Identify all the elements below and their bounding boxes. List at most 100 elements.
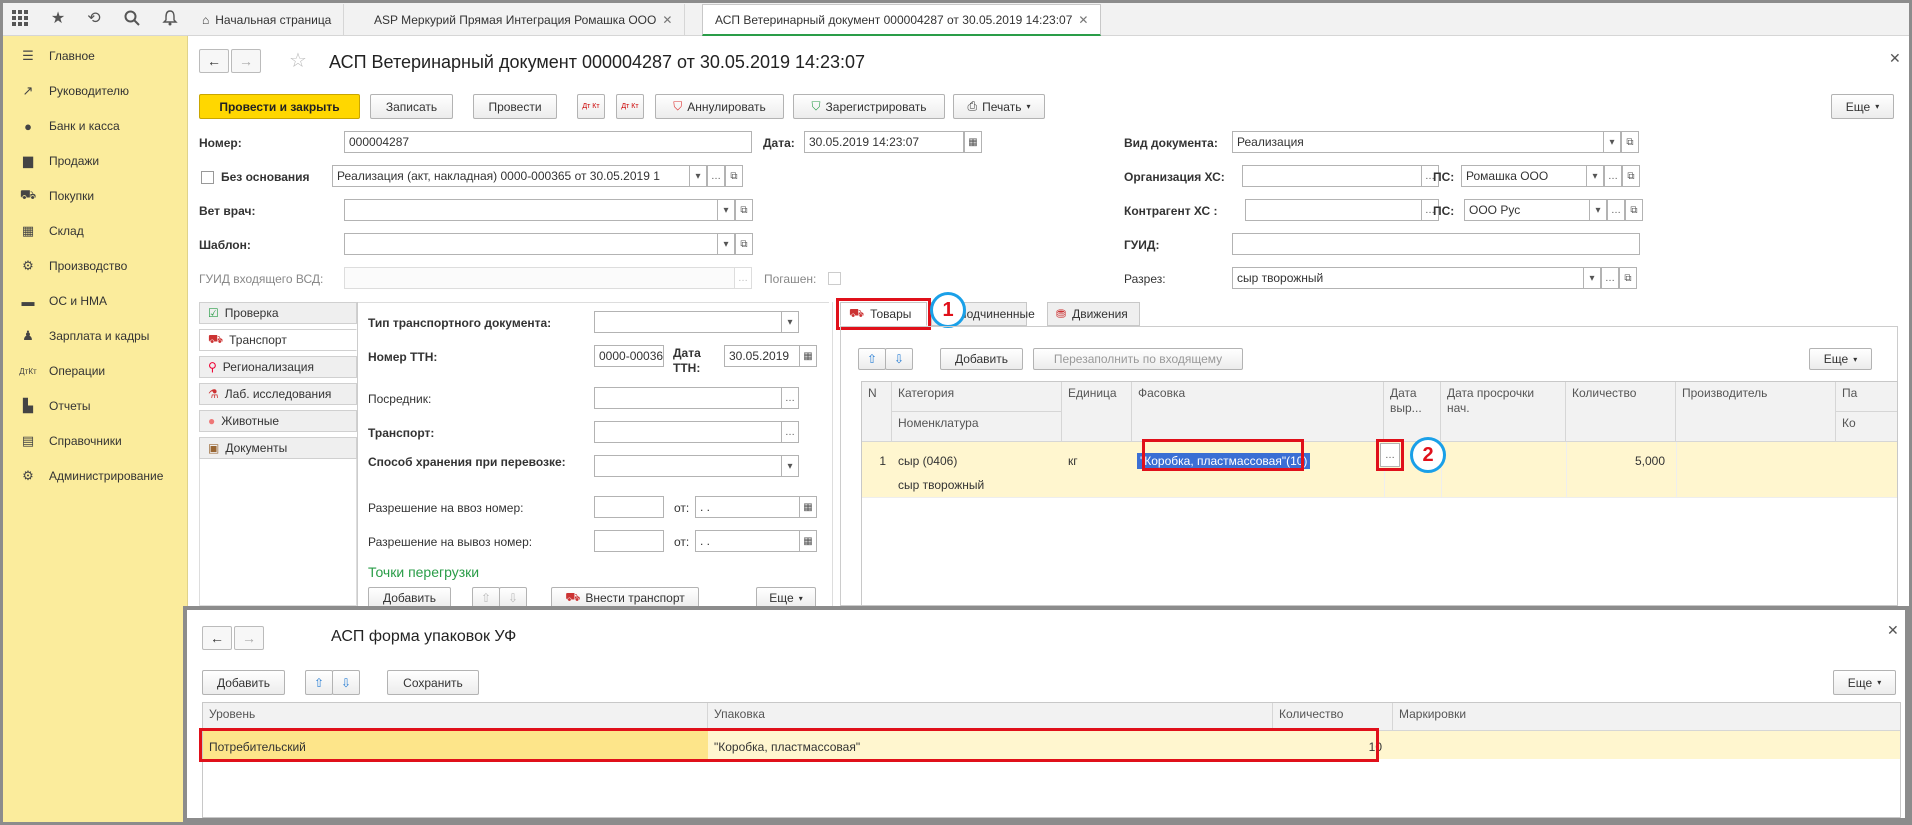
apps-grid-icon[interactable] [8,6,32,30]
open-icon[interactable]: ⧉ [735,199,753,221]
modal-save-button[interactable]: Сохранить [387,670,479,695]
tab-home[interactable]: ⌂ Начальная страница [190,4,345,36]
register-button[interactable]: ⛉ Зарегистрировать [793,94,945,119]
select-icon[interactable]: … [1607,199,1625,221]
no-basis-checkbox[interactable] [201,171,214,184]
goods-more-button[interactable]: Еще ▾ [1809,348,1872,370]
select-icon[interactable]: … [781,421,799,443]
tab-animals[interactable]: ● Животные [199,410,357,432]
import-permit-field[interactable] [594,496,664,518]
move-down-button[interactable]: ⇩ [885,348,913,370]
select-icon[interactable]: … [1601,267,1619,289]
refill-button[interactable]: Перезаполнить по входящему [1033,348,1243,370]
storage-field[interactable] [594,455,782,477]
sidebar-item-main[interactable]: ☰ Главное [3,41,188,71]
open-icon[interactable]: ⧉ [725,165,743,187]
select-icon[interactable]: … [1604,165,1622,187]
forward-button[interactable]: → [234,626,264,650]
goods-add-button[interactable]: Добавить [940,348,1023,370]
contractor-ps-field[interactable]: ООО Рус [1464,199,1590,221]
number-field[interactable]: 000004287 [344,131,752,153]
sidebar-item-warehouse[interactable]: ▦ Склад [3,216,188,246]
sidebar-item-admin[interactable]: ⚙ Администрирование [3,461,188,491]
org-ps-field[interactable]: Ромашка ООО [1461,165,1587,187]
open-icon[interactable]: ⧉ [1622,165,1640,187]
save-button[interactable]: Записать [370,94,453,119]
section-field[interactable]: сыр творожный [1232,267,1584,289]
transport-field[interactable] [594,421,782,443]
dropdown-icon[interactable]: ▾ [689,165,707,187]
export-date-field[interactable]: . . [695,530,800,552]
tab-mercury-integration[interactable]: ASP Меркурий Прямая Интеграция Ромашка О… [362,4,686,36]
calendar-icon[interactable]: ▦ [799,530,817,552]
move-down-button[interactable]: ⇩ [332,670,360,695]
sidebar-item-sales[interactable]: ▆ Продажи [3,146,188,176]
tab-vet-document[interactable]: АСП Ветеринарный документ 000004287 от 3… [702,4,1102,36]
intermediary-field[interactable] [594,387,782,409]
dropdown-icon[interactable]: ▾ [1603,131,1621,153]
favorite-star-icon[interactable]: ☆ [289,48,307,73]
basis-field[interactable]: Реализация (акт, накладная) 0000-000365 … [332,165,690,187]
dropdown-icon[interactable]: ▾ [781,311,799,333]
tab-documents[interactable]: ▣ Документы [199,437,357,459]
close-icon[interactable]: ✕ [662,4,672,36]
dropdown-icon[interactable]: ▾ [717,233,735,255]
bell-icon[interactable] [158,6,182,30]
open-icon[interactable]: ⧉ [1621,131,1639,153]
back-button[interactable]: ← [199,49,229,73]
calendar-icon[interactable]: ▦ [964,131,982,153]
tab-check[interactable]: ☑ Проверка [199,302,357,324]
contractor-field[interactable] [1245,199,1422,221]
sidebar-item-fixed-assets[interactable]: ▬ ОС и НМА [3,286,188,316]
dropdown-icon[interactable]: ▾ [717,199,735,221]
modal-more-button[interactable]: Еще ▾ [1833,670,1896,695]
ttn-field[interactable]: 0000-00036 [594,345,664,367]
guid-field[interactable] [1232,233,1640,255]
move-up-button[interactable]: ⇧ [305,670,333,695]
tab-movements[interactable]: ⛃ Движения [1047,302,1140,326]
sidebar-item-reports[interactable]: ▙ Отчеты [3,391,188,421]
search-icon[interactable] [120,6,144,30]
open-icon[interactable]: ⧉ [735,233,753,255]
dropdown-icon[interactable]: ▾ [1589,199,1607,221]
dt-kt-movements-button[interactable]: Дт Кт [616,94,644,119]
forward-button[interactable]: → [231,49,261,73]
star-icon[interactable]: ★ [46,6,70,30]
dropdown-icon[interactable]: ▾ [781,455,799,477]
calendar-icon[interactable]: ▦ [799,345,817,367]
close-icon[interactable]: ✕ [1887,622,1899,639]
date-field[interactable]: 30.05.2019 14:23:07 [804,131,964,153]
open-icon[interactable]: ⧉ [1625,199,1643,221]
template-field[interactable] [344,233,718,255]
post-button[interactable]: Провести [473,94,557,119]
print-button[interactable]: ⎙ Печать ▾ [953,94,1045,119]
import-date-field[interactable]: . . [695,496,800,518]
open-icon[interactable]: ⧉ [1619,267,1637,289]
more-button[interactable]: Еще ▾ [1831,94,1894,119]
export-permit-field[interactable] [594,530,664,552]
sidebar-item-bank[interactable]: ● Банк и касса [3,111,188,141]
transport-doc-type-field[interactable] [594,311,782,333]
close-icon[interactable]: ✕ [1078,4,1088,36]
dt-kt-button[interactable]: Дт Кт [577,94,605,119]
ttn-date-field[interactable]: 30.05.2019 [724,345,800,367]
tab-transport[interactable]: ⛟ Транспорт [199,329,357,351]
sidebar-item-purchases[interactable]: ⛟ Покупки [3,181,188,211]
sidebar-item-salary[interactable]: ♟ Зарплата и кадры [3,321,188,351]
modal-add-button[interactable]: Добавить [202,670,285,695]
doc-type-field[interactable]: Реализация [1232,131,1604,153]
tab-lab-research[interactable]: ⚗ Лаб. исследования [199,383,357,405]
sidebar-item-production[interactable]: ⚙ Производство [3,251,188,281]
select-icon[interactable]: … [781,387,799,409]
history-icon[interactable]: ⟲ [82,6,106,30]
dropdown-icon[interactable]: ▾ [1586,165,1604,187]
select-icon[interactable]: … [707,165,725,187]
vet-field[interactable] [344,199,718,221]
sidebar-item-references[interactable]: ▤ Справочники [3,426,188,456]
post-and-close-button[interactable]: Провести и закрыть [199,94,360,119]
tab-regionalization[interactable]: ⚲ Регионализация [199,356,357,378]
back-button[interactable]: ← [202,626,232,650]
sidebar-item-operations[interactable]: ДтКт Операции [3,356,188,386]
annul-button[interactable]: ⛉ Аннулировать [655,94,784,119]
org-field[interactable] [1242,165,1422,187]
